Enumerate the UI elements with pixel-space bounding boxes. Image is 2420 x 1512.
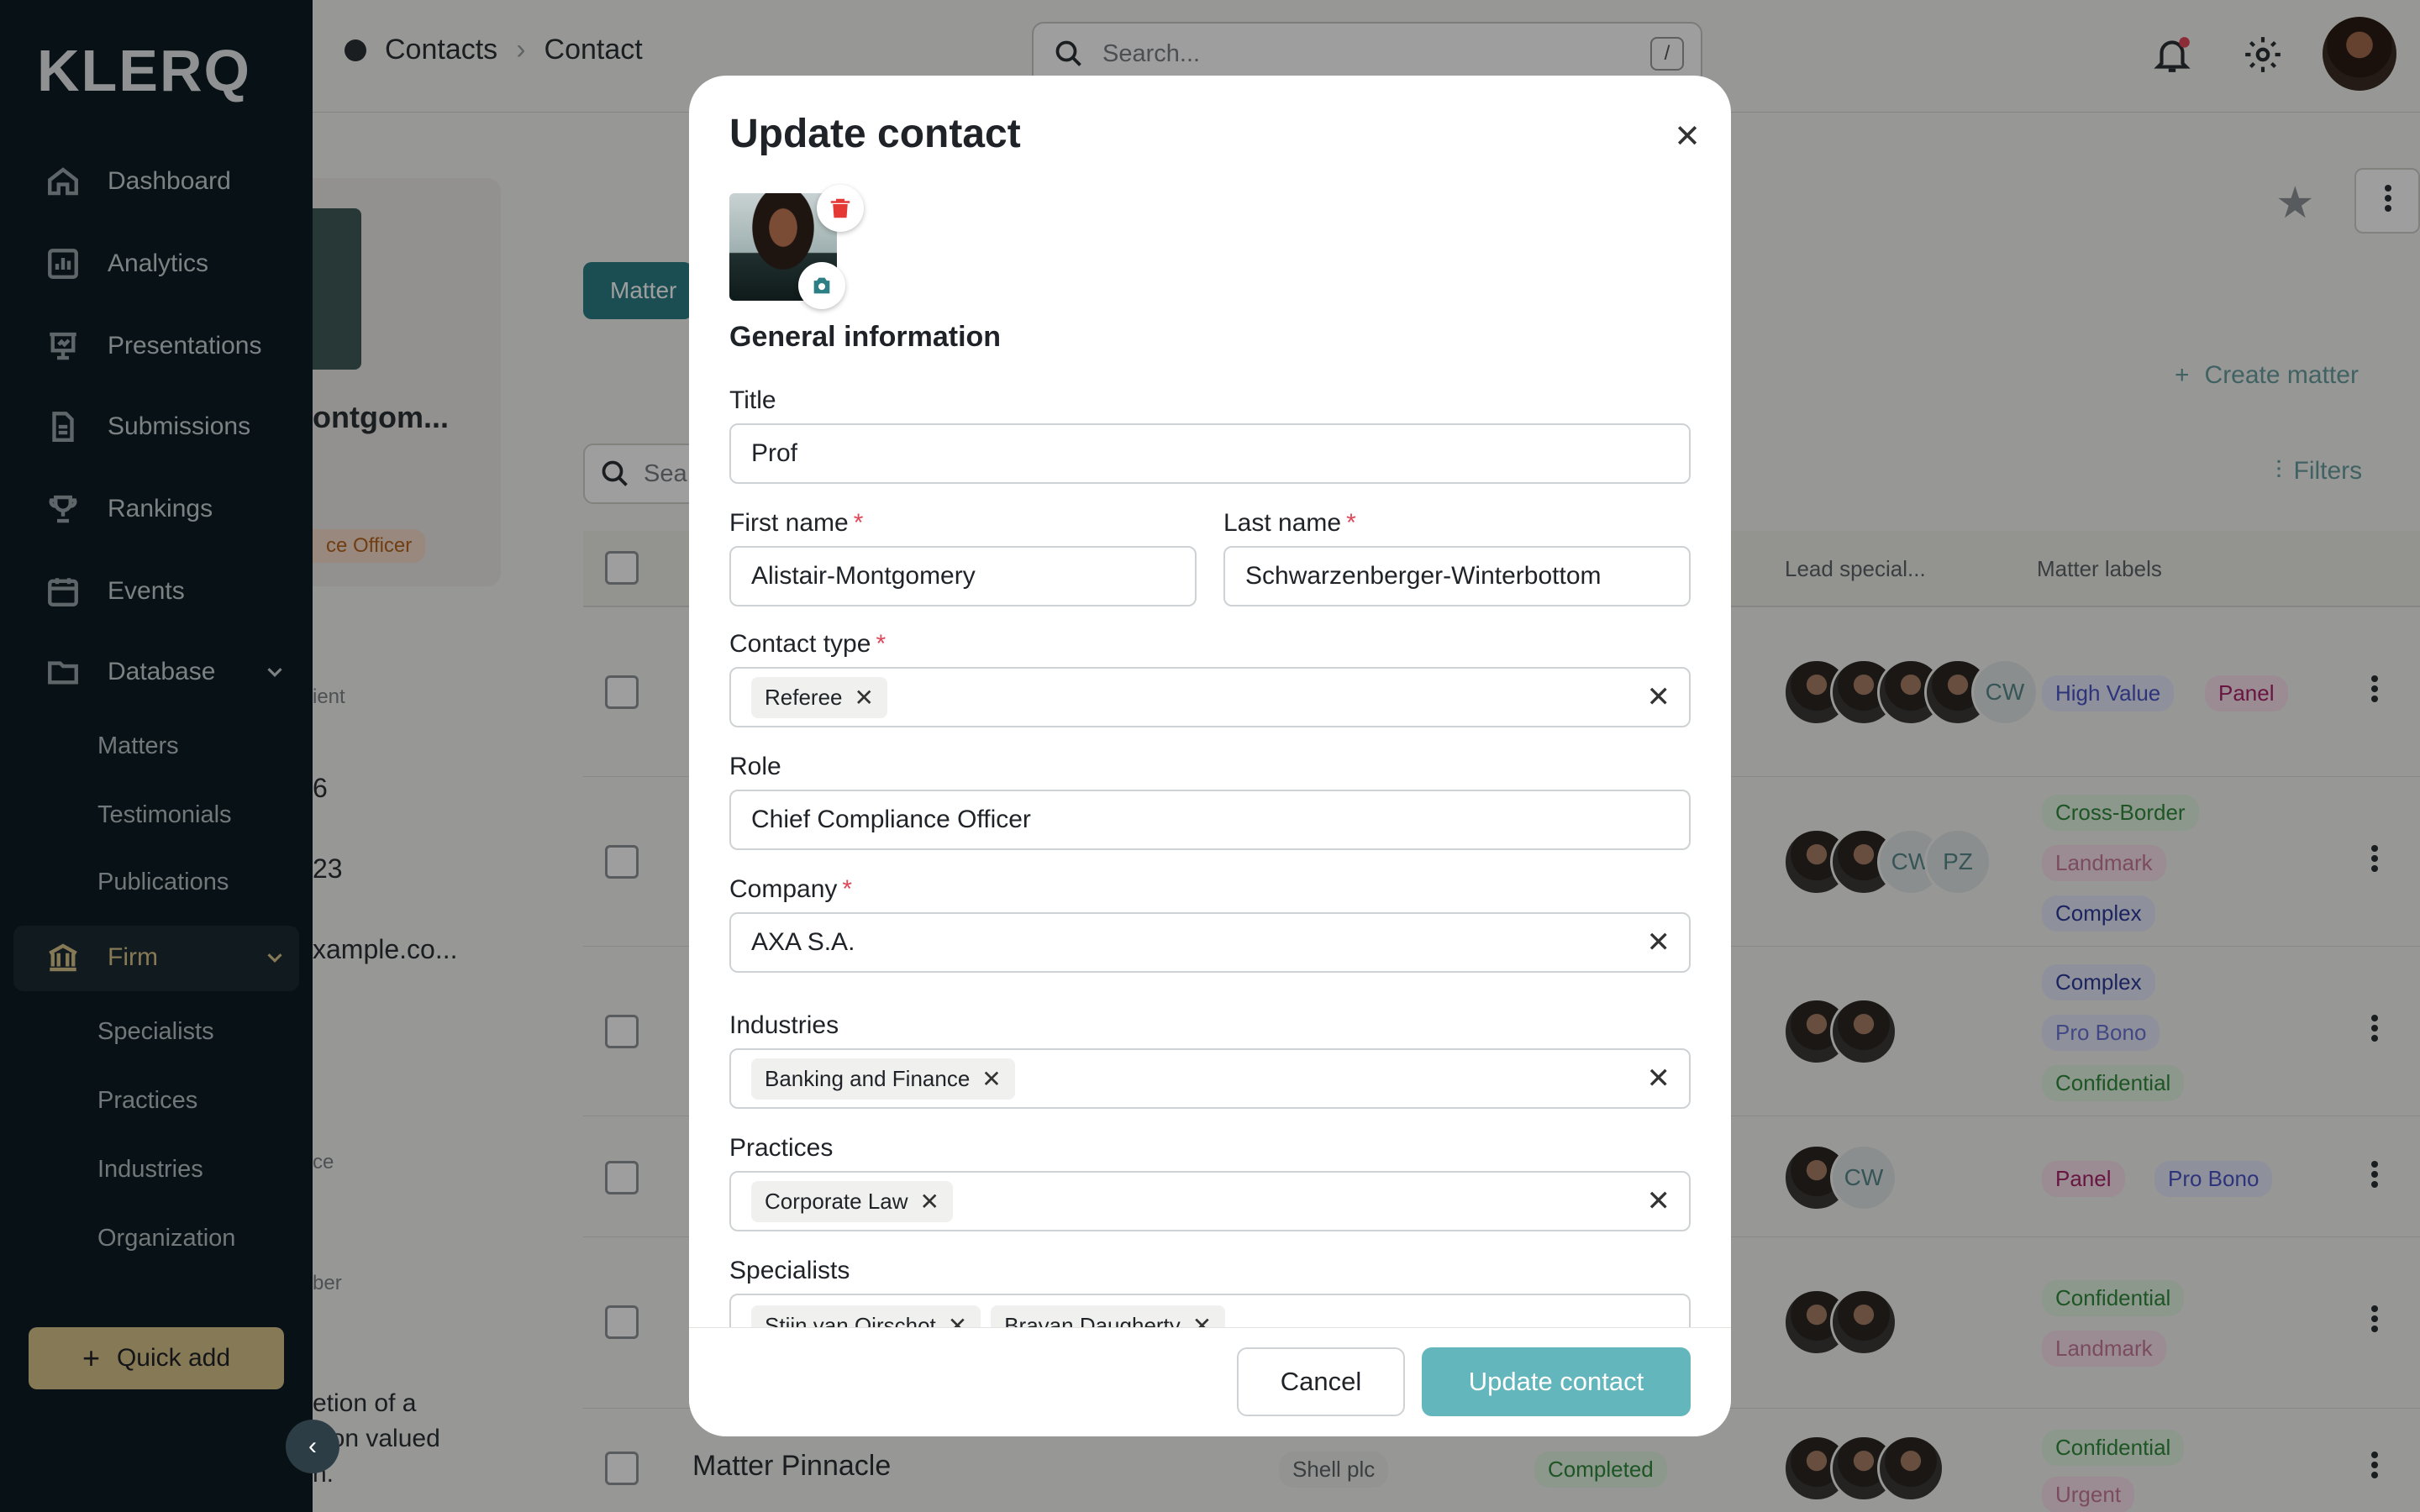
clear-icon[interactable]: ✕ xyxy=(1647,1184,1671,1218)
update-contact-modal: Update contact ✕ General information Tit… xyxy=(689,76,1731,1436)
role-field[interactable]: Chief Compliance Officer xyxy=(729,790,1691,850)
company-label: Company * xyxy=(729,875,853,903)
remove-chip-icon[interactable]: ✕ xyxy=(981,1065,1001,1093)
first-name-field[interactable]: Alistair-Montgomery xyxy=(729,546,1197,606)
practice-chip: Corporate Law ✕ xyxy=(751,1180,954,1222)
practices-label: Practices xyxy=(729,1134,834,1162)
clear-icon[interactable]: ✕ xyxy=(1647,1062,1671,1095)
delete-photo-button[interactable] xyxy=(817,185,864,232)
specialists-label: Specialists xyxy=(729,1257,850,1284)
title-field[interactable]: Prof xyxy=(729,423,1691,484)
role-label: Role xyxy=(729,753,781,780)
industries-select[interactable]: Banking and Finance ✕ ✕ xyxy=(729,1048,1691,1109)
contact-type-label: Contact type * xyxy=(729,630,886,658)
section-general-information: General information xyxy=(729,321,1002,353)
practices-select[interactable]: Corporate Law ✕ ✕ xyxy=(729,1171,1691,1231)
last-name-label: Last name * xyxy=(1223,509,1356,537)
chevron-left-icon: ‹ xyxy=(308,1432,317,1460)
modal-title: Update contact xyxy=(729,112,1021,156)
company-select[interactable]: AXA S.A. ✕ xyxy=(729,912,1691,973)
contact-type-select[interactable]: Referee ✕ ✕ xyxy=(729,667,1691,727)
trash-icon xyxy=(830,198,850,218)
industry-chip: Banking and Finance ✕ xyxy=(751,1058,1015,1100)
clear-icon[interactable]: ✕ xyxy=(1647,680,1671,714)
remove-chip-icon[interactable]: ✕ xyxy=(920,1188,939,1215)
contact-type-chip: Referee ✕ xyxy=(751,676,887,718)
update-contact-button[interactable]: Update contact xyxy=(1422,1347,1691,1416)
collapse-sidebar-button[interactable]: ‹ xyxy=(286,1420,339,1473)
change-photo-button[interactable] xyxy=(798,262,845,309)
clear-icon[interactable]: ✕ xyxy=(1647,926,1671,959)
remove-chip-icon[interactable]: ✕ xyxy=(855,684,874,711)
last-name-field[interactable]: Schwarzenberger-Winterbottom xyxy=(1223,546,1691,606)
first-name-label: First name * xyxy=(729,509,864,537)
cancel-button[interactable]: Cancel xyxy=(1237,1347,1405,1416)
camera-icon xyxy=(813,277,830,294)
title-label: Title xyxy=(729,386,776,414)
close-icon[interactable]: ✕ xyxy=(1670,119,1704,155)
industries-label: Industries xyxy=(729,1011,839,1039)
